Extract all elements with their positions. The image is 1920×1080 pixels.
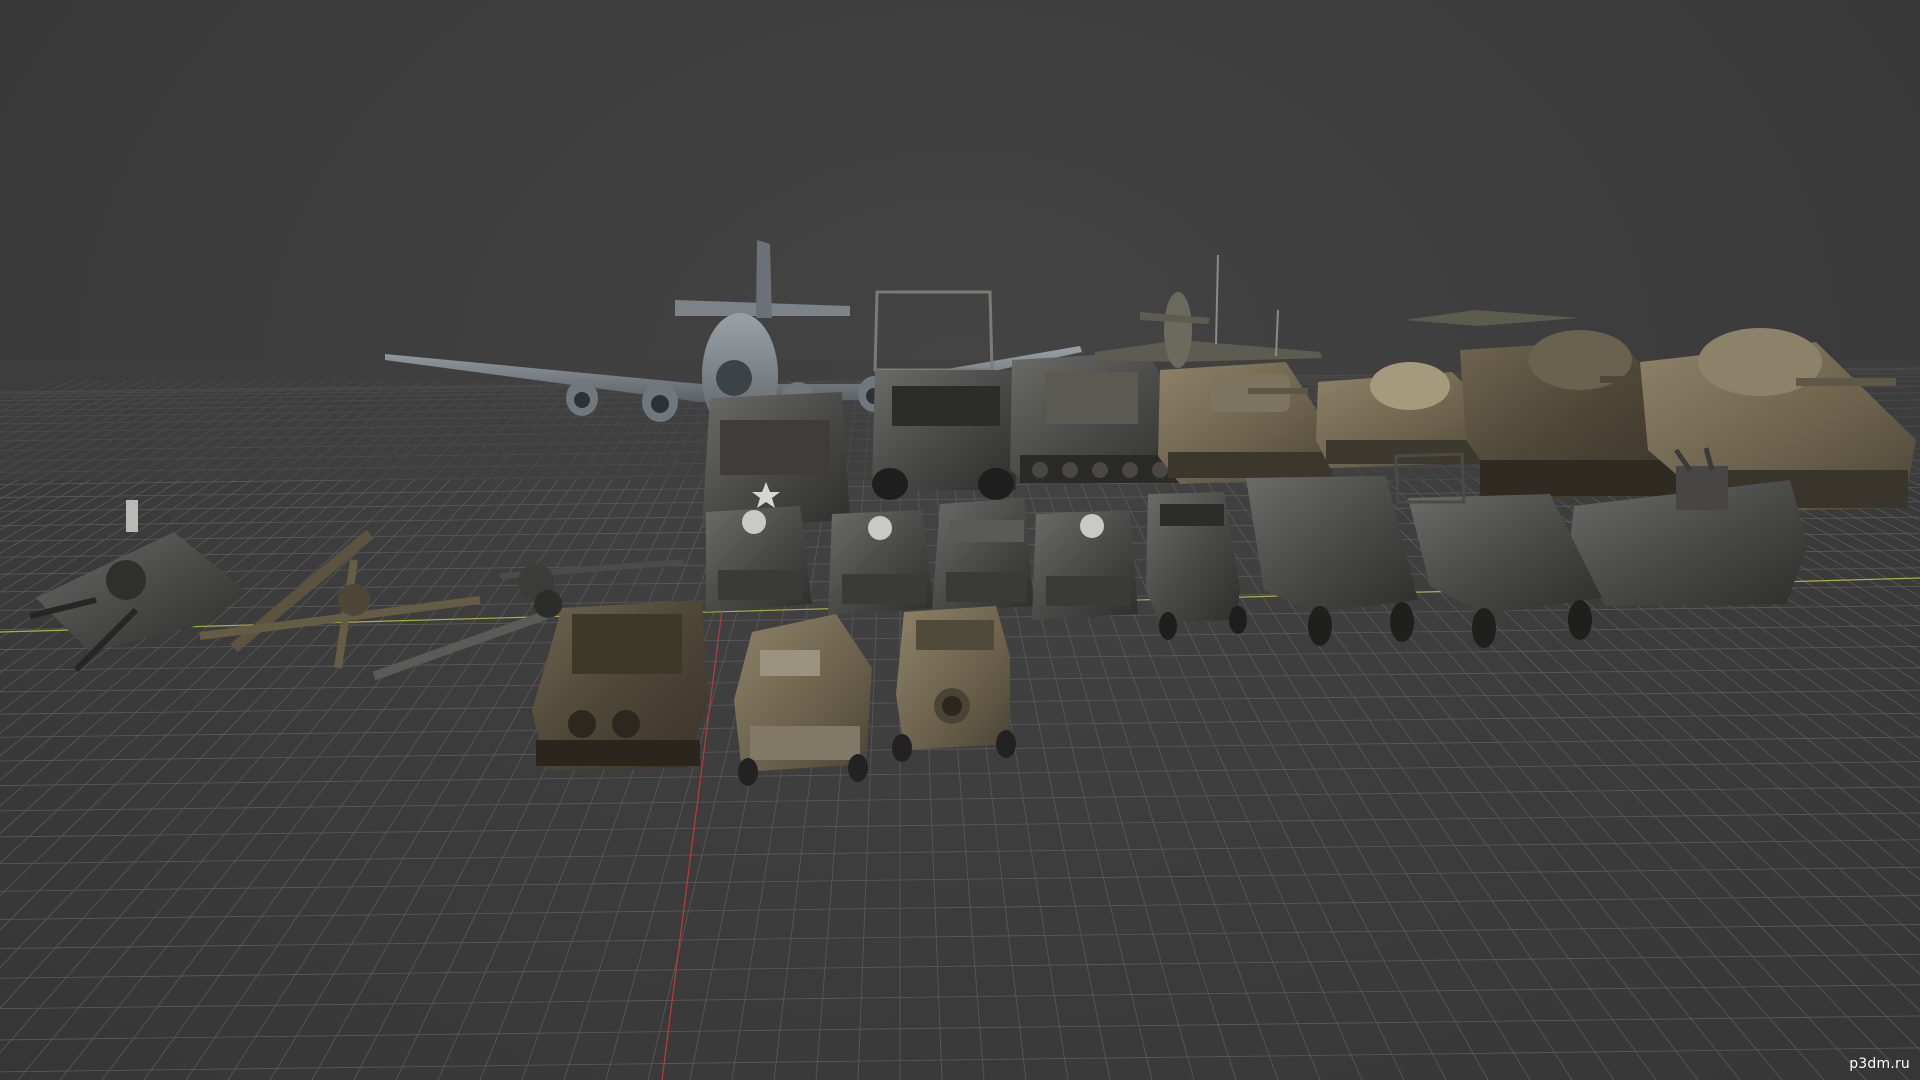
- jeep-2[interactable]: [828, 510, 934, 616]
- jeep[interactable]: [706, 506, 812, 612]
- fighter-aircraft[interactable]: [1095, 254, 1322, 368]
- grid-line: [0, 379, 145, 448]
- van[interactable]: [1146, 492, 1247, 640]
- grid-line: [997, 379, 1195, 1080]
- grid-line: [0, 379, 411, 674]
- 3d-viewport[interactable]: p3dm.ru: [0, 0, 1920, 1080]
- grid-line: [0, 379, 103, 426]
- grid-line: [0, 839, 1920, 865]
- grid-line: [0, 866, 1920, 892]
- scene-canvas: [0, 240, 1920, 1080]
- grid-line: [0, 786, 1920, 812]
- grid-line: [0, 812, 1920, 838]
- grid-line: [0, 379, 383, 639]
- grid-line: [0, 379, 229, 500]
- armored-car[interactable]: [734, 614, 872, 786]
- grid-line: [17, 379, 607, 1080]
- grid-line: [0, 379, 131, 440]
- grid-line: [0, 1047, 1920, 1073]
- bren-carrier[interactable]: [532, 600, 708, 770]
- grid-line: [0, 379, 257, 520]
- grid-line: [0, 379, 187, 472]
- grid-line: [0, 379, 369, 623]
- grid-line: [0, 1015, 1920, 1041]
- half-track[interactable]: [1246, 476, 1418, 646]
- grid-line: [0, 953, 1920, 979]
- grid-line: [0, 379, 593, 1054]
- kubelwagen[interactable]: [892, 606, 1016, 762]
- grid-line: [1025, 379, 1279, 1080]
- grid-line: [0, 895, 1920, 920]
- jeep-3[interactable]: [932, 498, 1034, 612]
- jeep-4[interactable]: [1032, 510, 1138, 620]
- grid-line: [0, 379, 243, 510]
- grid-line: [0, 379, 159, 455]
- cargo-truck[interactable]: [872, 290, 1016, 500]
- grid-line: [0, 984, 1920, 1010]
- watermark: p3dm.ru: [1849, 1056, 1910, 1072]
- grid-line: [0, 379, 355, 608]
